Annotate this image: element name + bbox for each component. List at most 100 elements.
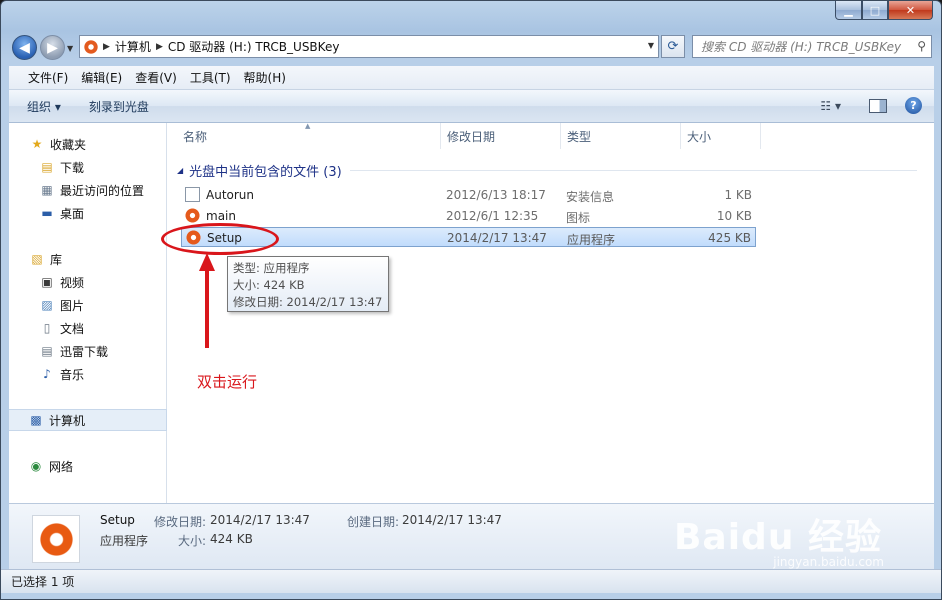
nav-network[interactable]: ◉ 网络 <box>9 455 167 477</box>
search-input[interactable]: 搜索 CD 驱动器 (H:) TRCB_USBKey ⚲ <box>692 35 932 58</box>
nav-recent[interactable]: ▦ 最近访问的位置 <box>9 179 167 201</box>
thunder-download-icon: ▤ <box>41 344 53 358</box>
nav-thunder-label: 迅雷下载 <box>60 344 109 359</box>
group-collapse-icon[interactable]: ◢ <box>177 166 183 175</box>
nav-videos-label: 视频 <box>60 275 85 290</box>
nav-pictures-label: 图片 <box>60 298 85 313</box>
search-icon[interactable]: ⚲ <box>917 39 926 53</box>
annotation-text: 双击运行 <box>197 373 258 391</box>
menu-edit[interactable]: 编辑(E) <box>81 69 122 86</box>
column-type[interactable]: 类型 <box>561 123 681 149</box>
nav-libraries[interactable]: ▧ 库 <box>9 248 167 270</box>
nav-recent-label: 最近访问的位置 <box>60 183 145 198</box>
nav-pictures[interactable]: ▨ 图片 <box>9 294 167 316</box>
file-name: Autorun <box>206 188 255 202</box>
nav-documents[interactable]: ▯ 文档 <box>9 317 167 339</box>
group-divider <box>349 169 917 171</box>
details-name: Setup <box>100 513 135 527</box>
menu-help[interactable]: 帮助(H) <box>244 69 286 86</box>
help-button[interactable]: ? <box>905 97 922 114</box>
file-size: 1 KB <box>724 188 752 202</box>
minimize-button[interactable]: ▁ <box>835 1 862 20</box>
nav-desktop[interactable]: ▬ 桌面 <box>9 202 167 224</box>
file-row[interactable]: Autorun 2012/6/13 18:17 安装信息 1 KB <box>181 185 756 205</box>
nav-videos[interactable]: ▣ 视频 <box>9 271 167 293</box>
breadcrumb-computer[interactable]: 计算机 <box>115 38 151 55</box>
change-view-button[interactable]: ☷ ▾ <box>820 99 841 113</box>
file-list-pane: ▲ 名称 修改日期 类型 大小 ◢ 光盘中当前包含的文件 (3) Autorun… <box>161 122 934 503</box>
menu-tools[interactable]: 工具(T) <box>190 69 231 86</box>
file-date: 2012/6/1 12:35 <box>446 209 539 223</box>
breadcrumb-separator-icon[interactable]: ▶ <box>103 42 110 52</box>
star-icon: ★ <box>31 137 43 151</box>
navigation-pane: ★ 收藏夹 ▤ 下载 ▦ 最近访问的位置 ▬ 桌面 ▧ 库 ▣ 视频 ▨ 图片 … <box>9 123 167 503</box>
organize-button[interactable]: 组织 ▾ <box>27 98 61 115</box>
nav-downloads[interactable]: ▤ 下载 <box>9 156 167 178</box>
app-logo-mark <box>39 522 74 557</box>
caption-buttons: ▁ □ ✕ <box>835 1 933 20</box>
command-bar-right: ☷ ▾ ? <box>820 97 922 114</box>
refresh-button[interactable]: ⟳ <box>661 35 685 58</box>
tooltip-modified: 修改日期: 2014/2/17 13:47 <box>233 295 383 309</box>
file-type: 图标 <box>566 211 591 225</box>
nav-libraries-label: 库 <box>50 252 63 267</box>
file-type: 应用程序 <box>567 233 616 247</box>
group-header[interactable]: ◢ 光盘中当前包含的文件 (3) <box>177 161 917 180</box>
details-type: 应用程序 <box>100 534 149 548</box>
burn-to-disc-button[interactable]: 刻录到光盘 <box>89 98 149 115</box>
sort-ascending-icon: ▲ <box>305 122 311 130</box>
column-date[interactable]: 修改日期 <box>441 123 561 149</box>
nav-downloads-label: 下载 <box>60 160 85 175</box>
address-history-dropdown-icon[interactable]: ▼ <box>648 41 654 50</box>
nav-network-label: 网络 <box>49 459 74 474</box>
search-placeholder: 搜索 CD 驱动器 (H:) TRCB_USBKey <box>701 40 902 54</box>
documents-icon: ▯ <box>43 321 51 335</box>
recent-pages-dropdown[interactable]: ▼ <box>67 44 73 53</box>
nav-computer[interactable]: ▩ 计算机 <box>9 409 167 431</box>
nav-music[interactable]: ♪ 音乐 <box>9 363 167 385</box>
column-name[interactable]: 名称 <box>167 123 441 149</box>
back-button[interactable]: ◀ <box>12 35 37 60</box>
nav-favorites[interactable]: ★ 收藏夹 <box>9 133 167 155</box>
file-name: main <box>206 209 236 223</box>
file-date: 2014/2/17 13:47 <box>447 231 547 245</box>
details-created-label: 创建日期: <box>347 515 400 529</box>
baidu-watermark-url: jingyan.baidu.com <box>773 555 884 569</box>
maximize-button[interactable]: □ <box>862 1 888 20</box>
forward-button[interactable]: ▶ <box>40 35 65 60</box>
file-type: 安装信息 <box>566 190 615 204</box>
annotation-circle <box>161 223 279 255</box>
preview-pane-toggle-icon[interactable] <box>869 98 887 113</box>
close-button[interactable]: ✕ <box>888 1 933 20</box>
details-modified: 2014/2/17 13:47 <box>210 513 310 527</box>
breadcrumb-cd-drive[interactable]: CD 驱动器 (H:) TRCB_USBKey <box>168 38 340 55</box>
nav-thunder[interactable]: ▤ 迅雷下载 <box>9 340 167 362</box>
app-icon <box>32 515 80 563</box>
arrow-left-icon: ◀ <box>19 39 30 56</box>
disc-icon <box>84 39 98 54</box>
details-created: 2014/2/17 13:47 <box>402 513 502 527</box>
nav-documents-label: 文档 <box>60 321 85 336</box>
column-size[interactable]: 大小 <box>681 123 761 149</box>
tooltip-size: 大小: 424 KB <box>233 278 305 292</box>
music-icon: ♪ <box>43 367 51 381</box>
nav-computer-label: 计算机 <box>49 413 86 428</box>
tooltip-type: 类型: 应用程序 <box>233 261 310 275</box>
refresh-icon: ⟳ <box>667 39 679 54</box>
file-date: 2012/6/13 18:17 <box>446 188 546 202</box>
menu-view[interactable]: 查看(V) <box>135 69 177 86</box>
pictures-icon: ▨ <box>41 298 53 312</box>
status-bar: 已选择 1 项 <box>1 569 941 593</box>
computer-icon: ▩ <box>30 413 42 427</box>
libraries-icon: ▧ <box>31 252 43 266</box>
menu-bar: 文件(F) 编辑(E) 查看(V) 工具(T) 帮助(H) <box>9 66 934 90</box>
menu-file[interactable]: 文件(F) <box>28 69 68 86</box>
details-pane: Setup 应用程序 修改日期: 2014/2/17 13:47 创建日期: 2… <box>9 503 934 569</box>
address-bar[interactable]: ▶ 计算机 ▶ CD 驱动器 (H:) TRCB_USBKey ▼ <box>79 35 659 58</box>
file-size: 425 KB <box>708 231 751 245</box>
file-row[interactable]: main 2012/6/1 12:35 图标 10 KB <box>181 206 756 226</box>
column-header: ▲ 名称 修改日期 类型 大小 <box>167 122 934 149</box>
breadcrumb-separator-icon[interactable]: ▶ <box>156 42 163 52</box>
setup-info-icon <box>185 187 200 202</box>
group-header-label: 光盘中当前包含的文件 (3) <box>189 164 342 180</box>
